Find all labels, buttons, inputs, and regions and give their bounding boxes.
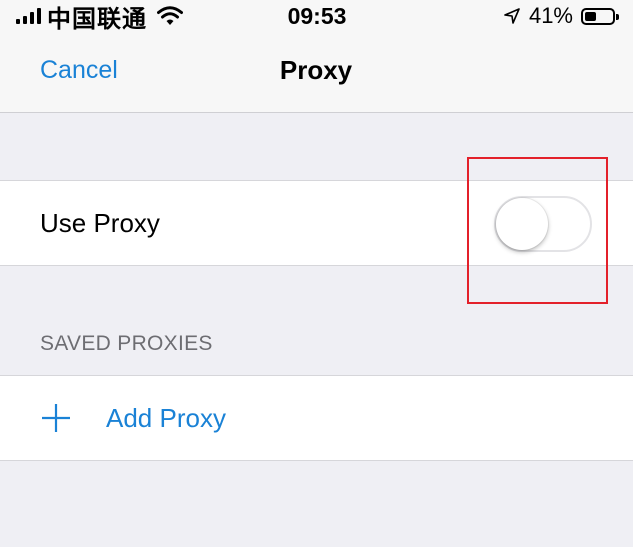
- page-title: Proxy: [279, 55, 353, 85]
- battery-cap: [616, 13, 619, 20]
- battery-percent: 41%: [528, 3, 573, 28]
- battery-icon: [581, 7, 619, 25]
- signal-icon: [16, 8, 41, 24]
- status-time: 09:53: [287, 3, 347, 29]
- add-proxy-row[interactable]: Add Proxy: [0, 375, 633, 461]
- cancel-button[interactable]: Cancel: [40, 48, 118, 92]
- plus-icon: [42, 404, 70, 432]
- carrier-name: 中国联通: [47, 5, 147, 33]
- status-left: 中国联通: [16, 0, 183, 33]
- highlight-box: [467, 157, 608, 304]
- status-right: 41%: [503, 0, 619, 32]
- navigation-bar: Cancel Proxy: [0, 48, 633, 113]
- saved-proxies-header: SAVED PROXIES: [40, 332, 213, 355]
- add-proxy-button[interactable]: Add Proxy: [106, 376, 226, 460]
- status-bar: 中国联通 09:53 41%: [0, 0, 633, 48]
- battery-fill: [585, 11, 596, 21]
- location-icon: [504, 8, 520, 24]
- wifi-icon: [157, 6, 183, 25]
- use-proxy-label: Use Proxy: [40, 208, 160, 238]
